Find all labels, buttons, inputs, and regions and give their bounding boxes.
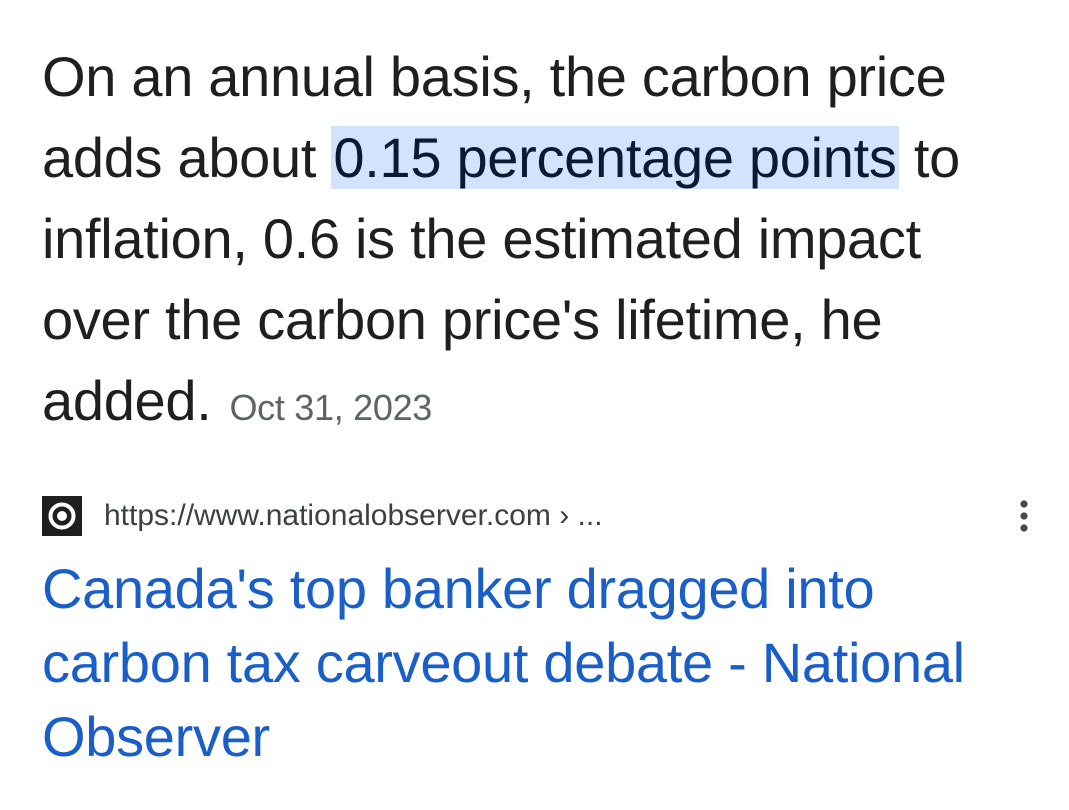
result-source-row[interactable]: https://www.nationalobserver.com › ...: [42, 494, 1042, 538]
more-vert-icon: [1020, 500, 1028, 532]
result-title-link[interactable]: Canada's top banker dragged into carbon …: [42, 552, 1052, 774]
snippet-date: Oct 31, 2023: [229, 387, 433, 428]
more-options-button[interactable]: [1008, 494, 1040, 538]
national-observer-logo-icon: [42, 496, 82, 536]
featured-snippet-text: On an annual basis, the carbon price add…: [42, 36, 1042, 448]
snippet-highlight: 0.15 percentage points: [331, 126, 899, 189]
result-url[interactable]: https://www.nationalobserver.com › ...: [104, 494, 603, 538]
